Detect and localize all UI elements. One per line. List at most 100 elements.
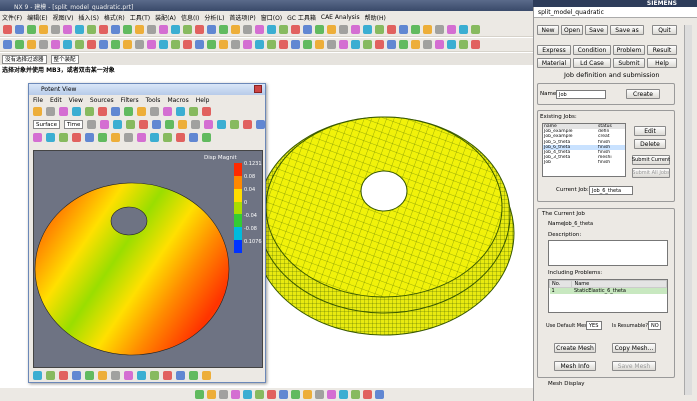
create-button[interactable]: Create — [626, 89, 660, 99]
tool-icon[interactable] — [183, 25, 192, 34]
tool-icon[interactable] — [63, 40, 72, 49]
tool-icon[interactable] — [165, 120, 175, 129]
tool-icon[interactable] — [195, 40, 204, 49]
tool-icon[interactable] — [46, 133, 55, 142]
tool-icon[interactable] — [176, 107, 185, 116]
tool-icon[interactable] — [183, 40, 192, 49]
edit-button[interactable]: Edit — [634, 126, 666, 136]
tool-icon[interactable] — [231, 25, 240, 34]
tool-icon[interactable] — [39, 40, 48, 49]
jobs-list[interactable]: name status Job_example defin Job_example cre… — [542, 123, 626, 177]
tool-icon[interactable] — [411, 40, 420, 49]
tool-icon[interactable] — [243, 390, 252, 399]
tool-icon[interactable] — [255, 25, 264, 34]
potent-menu-item[interactable]: Edit — [50, 97, 62, 104]
scope-select[interactable]: 整个装配 — [50, 54, 79, 64]
tool-icon[interactable] — [33, 370, 42, 380]
tool-icon[interactable] — [137, 133, 146, 142]
tool-icon[interactable] — [303, 40, 312, 49]
tool-icon[interactable] — [85, 107, 94, 116]
tool-icon[interactable] — [126, 120, 136, 129]
tool-icon[interactable] — [291, 390, 300, 399]
potent-menu-item[interactable]: Macros — [167, 97, 188, 104]
tool-icon[interactable] — [15, 25, 24, 34]
tool-icon[interactable] — [327, 40, 336, 49]
description-input[interactable] — [548, 240, 668, 266]
tool-icon[interactable] — [202, 133, 211, 142]
tool-icon[interactable] — [202, 370, 211, 380]
menu-item[interactable]: 帮助(H) — [365, 13, 386, 22]
tool-icon[interactable] — [327, 25, 336, 34]
menu-item[interactable]: 格式(R) — [104, 13, 125, 22]
tool-icon[interactable] — [176, 370, 185, 380]
tool-icon[interactable] — [219, 390, 228, 399]
tool-icon[interactable] — [204, 120, 214, 129]
resumable-field[interactable]: NO — [648, 321, 661, 330]
help-button[interactable]: Help — [647, 58, 677, 68]
tool-icon[interactable] — [137, 107, 146, 116]
tool-icon[interactable] — [147, 40, 156, 49]
tool-icon[interactable] — [189, 370, 198, 380]
tool-icon[interactable] — [255, 40, 264, 49]
menu-item[interactable]: 插入(S) — [78, 13, 99, 22]
tool-icon[interactable] — [147, 25, 156, 34]
menu-item[interactable]: 文件(F) — [2, 13, 22, 22]
tool-icon[interactable] — [98, 370, 107, 380]
tool-icon[interactable] — [124, 370, 133, 380]
menu-item[interactable]: 装配(A) — [155, 13, 176, 22]
submit-all-button[interactable]: Submit All Jobs — [632, 168, 670, 178]
default-mesh-field[interactable]: YES — [586, 321, 602, 330]
tool-icon[interactable] — [423, 40, 432, 49]
tool-icon[interactable] — [315, 390, 324, 399]
tool-icon[interactable] — [219, 40, 228, 49]
tool-icon[interactable] — [46, 107, 55, 116]
tool-icon[interactable] — [351, 40, 360, 49]
tool-icon[interactable] — [447, 25, 456, 34]
tool-icon[interactable] — [59, 133, 68, 142]
tool-icon[interactable] — [113, 120, 123, 129]
time-select[interactable]: Time — [63, 120, 84, 129]
potent-menu-item[interactable]: Help — [196, 97, 210, 104]
tool-icon[interactable] — [315, 25, 324, 34]
tool-icon[interactable] — [111, 370, 120, 380]
tool-icon[interactable] — [33, 133, 42, 142]
tool-icon[interactable] — [171, 25, 180, 34]
contour-plot[interactable]: Disp Magnit 0.12313 0.08 0.04 0 -0.04 -0.08 0.… — [33, 150, 263, 368]
copy-mesh-button[interactable]: Copy Mesh... — [612, 343, 656, 353]
tool-icon[interactable] — [3, 25, 12, 34]
tool-icon[interactable] — [150, 107, 159, 116]
menu-item[interactable]: 首选项(P) — [229, 13, 255, 22]
save-button[interactable]: Save — [585, 25, 608, 35]
tool-icon[interactable] — [137, 370, 146, 380]
tool-icon[interactable] — [303, 390, 312, 399]
tool-icon[interactable] — [87, 120, 97, 129]
tool-icon[interactable] — [303, 25, 312, 34]
tool-icon[interactable] — [111, 25, 120, 34]
problem-button[interactable]: Problem — [613, 45, 645, 55]
new-button[interactable]: New — [537, 25, 559, 35]
table-row[interactable]: 1 StaticElastic_6_theta — [549, 287, 667, 294]
tool-icon[interactable] — [435, 40, 444, 49]
tool-icon[interactable] — [152, 120, 162, 129]
tool-icon[interactable] — [123, 25, 132, 34]
tool-icon[interactable] — [33, 107, 42, 116]
tool-icon[interactable] — [217, 120, 227, 129]
menu-item[interactable]: CAE Analysis — [321, 14, 360, 21]
tool-icon[interactable] — [124, 133, 133, 142]
tool-icon[interactable] — [279, 40, 288, 49]
potent-menu-item[interactable]: Tools — [146, 97, 161, 104]
mesh-info-button[interactable]: Mesh Info — [554, 361, 596, 371]
tool-icon[interactable] — [171, 40, 180, 49]
tool-icon[interactable] — [189, 133, 198, 142]
tool-icon[interactable] — [63, 25, 72, 34]
type-filter-select[interactable]: 没有选择过滤器 — [2, 54, 47, 64]
tool-icon[interactable] — [291, 25, 300, 34]
tool-icon[interactable] — [100, 120, 110, 129]
job-name-input[interactable]: Job — [556, 90, 606, 99]
open-button[interactable]: Open — [561, 25, 583, 35]
tool-icon[interactable] — [255, 390, 264, 399]
tool-icon[interactable] — [195, 390, 204, 399]
tool-icon[interactable] — [189, 107, 198, 116]
tool-icon[interactable] — [207, 390, 216, 399]
tool-icon[interactable] — [163, 133, 172, 142]
